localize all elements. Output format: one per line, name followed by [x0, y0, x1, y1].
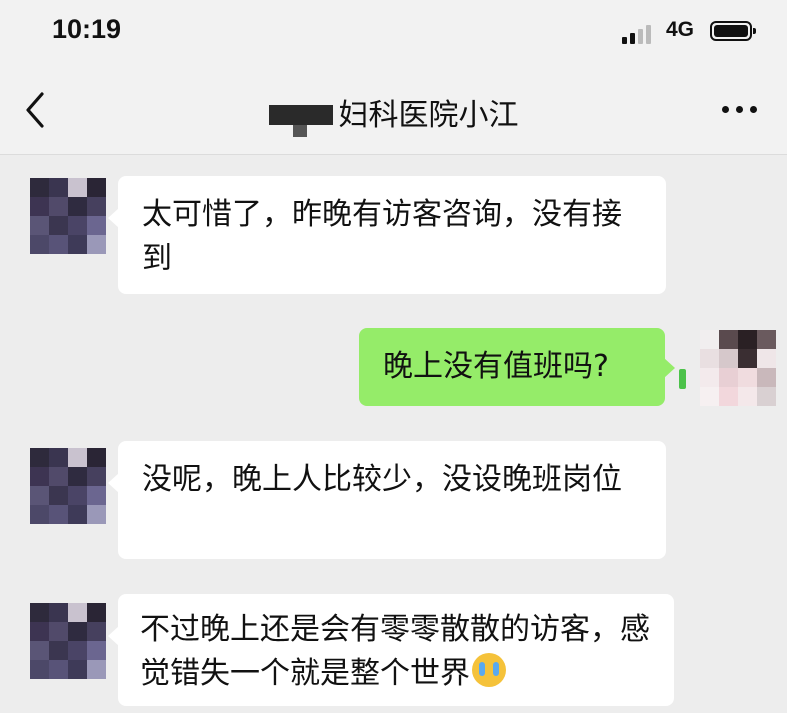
avatar-contact[interactable] [30, 603, 106, 679]
redaction-mark [268, 104, 333, 137]
more-dots-icon [722, 106, 729, 113]
message-text: 太可惜了，昨晚有访客咨询，没有接到 [142, 197, 622, 276]
network-type: 4G [666, 18, 695, 41]
clock: 10:19 [52, 14, 122, 44]
chat-header: 妇科医院小江 [0, 66, 787, 155]
more-button[interactable] [720, 100, 760, 120]
message-bubble-outgoing[interactable]: 晚上没有值班吗? [359, 328, 675, 406]
avatar-contact[interactable] [30, 448, 106, 524]
contact-name: 妇科医院小江 [338, 98, 519, 133]
message-bubble-incoming[interactable]: 没呢，晚上人比较少，没设晚班岗位 [108, 441, 666, 559]
avatar-self[interactable] [700, 330, 776, 406]
message-text: 没呢，晚上人比较少，没设晚班岗位 [142, 462, 622, 497]
message-text: 不过晚上还是会有零零散散的访客，感觉错失一个就是整个世界 [140, 612, 650, 691]
status-bar: 10:19 4G [0, 0, 787, 66]
message-status-icon [679, 369, 686, 389]
chat-title: 妇科医院小江 [0, 90, 787, 137]
message-bubble-incoming[interactable]: 不过晚上还是会有零零散散的访客，感觉错失一个就是整个世界 [108, 594, 674, 706]
message-text: 晚上没有值班吗? [383, 349, 609, 384]
signal-strength-icon [622, 22, 662, 44]
message-bubble-incoming[interactable]: 太可惜了，昨晚有访客咨询，没有接到 [108, 176, 666, 294]
battery-icon [710, 21, 756, 41]
crying-face-emoji-icon [472, 653, 506, 687]
avatar-contact[interactable] [30, 178, 106, 254]
